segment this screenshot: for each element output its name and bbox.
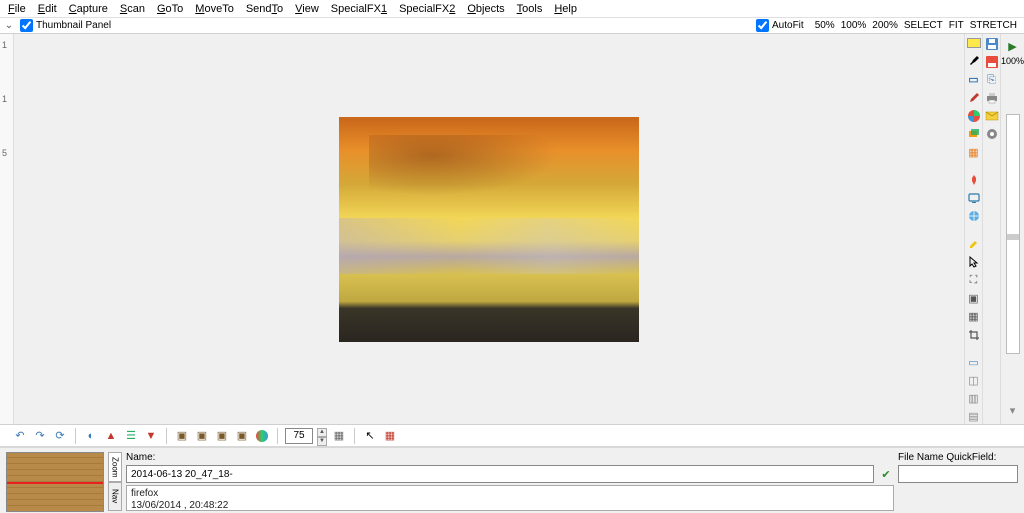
info-panel: Zoom Nav Name: ✔ firefox 13/06/2014 , 20… <box>0 446 1024 513</box>
number-spinner[interactable]: ▲▼ <box>317 428 327 444</box>
menu-objects[interactable]: Objects <box>461 3 510 15</box>
layers-icon[interactable] <box>966 127 982 141</box>
name-label: Name: <box>126 452 155 463</box>
select-region-icon[interactable]: ▣ <box>966 291 982 305</box>
bottom-toolbar: ↶ ↷ ⟳ ◐ ▲ ☰ ▼ ▣ ▣ ▣ ▣ 75 ▲▼ ▦ ↖ ▦ <box>0 424 1024 446</box>
autofit-checkbox[interactable] <box>756 19 769 32</box>
grid-icon[interactable]: ▦ <box>966 310 982 324</box>
color-circle-icon[interactable] <box>254 428 270 444</box>
zoom-select[interactable]: SELECT <box>901 20 946 31</box>
refresh-icon[interactable]: ⟳ <box>52 428 68 444</box>
calendar-icon[interactable]: ▦ <box>382 428 398 444</box>
tab-zoom[interactable]: Zoom <box>108 452 122 482</box>
globe-icon[interactable] <box>966 209 982 223</box>
navigator-tabs: Zoom Nav <box>108 452 122 511</box>
menu-view[interactable]: View <box>289 3 325 15</box>
eyedropper-icon[interactable] <box>966 54 982 68</box>
collapse-caret-icon[interactable]: ⌄ <box>4 20 14 31</box>
flip-v-icon[interactable]: ▼ <box>143 428 159 444</box>
undo-icon[interactable]: ↶ <box>12 428 28 444</box>
thumbnail-panel-label: Thumbnail Panel <box>36 20 111 31</box>
zoom-strip: ▶ 100% ▾ <box>1000 34 1024 424</box>
list-icon[interactable]: ☰ <box>123 428 139 444</box>
zoom-bottom-icon[interactable]: ▾ <box>1005 402 1021 418</box>
window-icon[interactable]: ▭ <box>966 355 982 369</box>
arrow-cursor-icon[interactable]: ↖ <box>362 428 378 444</box>
name-input[interactable] <box>126 465 874 483</box>
zoom-100[interactable]: 100% <box>838 20 870 31</box>
number-input[interactable]: 75 <box>285 428 313 444</box>
zoom-fit[interactable]: FIT <box>946 20 967 31</box>
pushpin-icon[interactable] <box>966 173 982 187</box>
highlighter-icon[interactable] <box>966 237 982 251</box>
menu-edit[interactable]: Edit <box>32 3 63 15</box>
menu-file[interactable]: File <box>2 3 32 15</box>
crop-icon[interactable] <box>966 328 982 342</box>
redo-icon[interactable]: ↷ <box>32 428 48 444</box>
quickfield-section: File Name QuickField: <box>898 452 1018 511</box>
cursor-icon[interactable] <box>966 255 982 269</box>
tool-column-1: ▭ ▦ ⛶ ▣ ▦ ▭ ◫ ▥ ▤ <box>964 34 982 424</box>
menu-capture[interactable]: Capture <box>63 3 114 15</box>
thumbnail-panel-checkbox[interactable] <box>20 19 33 32</box>
menu-scan[interactable]: Scan <box>114 3 151 15</box>
vertical-ruler: 1 1 5 <box>0 34 14 424</box>
menubar: File Edit Capture Scan GoTo MoveTo SendT… <box>0 0 1024 18</box>
flip-h-icon[interactable]: ▲ <box>103 428 119 444</box>
apply-box-icon[interactable]: ▦ <box>331 428 347 444</box>
monitor-icon[interactable] <box>966 191 982 205</box>
border-icon-4[interactable]: ▣ <box>234 428 250 444</box>
autofit-label: AutoFit <box>772 20 804 31</box>
menu-specialfx1[interactable]: SpecialFX1 <box>325 3 393 15</box>
canvas-area[interactable] <box>14 34 964 424</box>
zoom-slider[interactable] <box>1006 114 1020 354</box>
contrast-icon[interactable]: ◐ <box>83 428 99 444</box>
border-icon-3[interactable]: ▣ <box>214 428 230 444</box>
zoom-play-icon[interactable]: ▶ <box>1005 38 1021 54</box>
print-icon[interactable] <box>984 90 1000 106</box>
zoom-stretch[interactable]: STRETCH <box>967 20 1020 31</box>
color-wheel-icon[interactable] <box>966 109 982 123</box>
expand-icon[interactable]: ⛶ <box>966 273 982 287</box>
memo-line: firefox <box>131 488 889 500</box>
menu-sendto[interactable]: SendTo <box>240 3 289 15</box>
tool-column-2: ⎘ <box>982 34 1000 424</box>
apply-name-icon[interactable]: ✔ <box>878 466 894 482</box>
mail-icon[interactable] <box>984 108 1000 124</box>
ruler-tick: 1 <box>2 40 7 50</box>
image-icon[interactable]: ▦ <box>966 145 982 159</box>
ruler-tick: 1 <box>2 94 7 104</box>
bring-front-icon[interactable]: ◫ <box>966 373 982 387</box>
zoom-percent-label: 100% <box>1001 56 1024 66</box>
menu-tools[interactable]: Tools <box>511 3 549 15</box>
stack-icon[interactable]: ▥ <box>966 392 982 406</box>
text-tool-icon[interactable]: ▭ <box>966 72 982 86</box>
border-icon-2[interactable]: ▣ <box>194 428 210 444</box>
ruler-tick: 5 <box>2 148 7 158</box>
memo-field[interactable]: firefox 13/06/2014 , 20:48:22 Screenshot… <box>126 485 894 511</box>
quickfield-input[interactable] <box>898 465 1018 483</box>
menu-goto[interactable]: GoTo <box>151 3 189 15</box>
tab-nav[interactable]: Nav <box>108 482 122 512</box>
top-options-bar: ⌄ Thumbnail Panel AutoFit 50% 100% 200% … <box>0 18 1024 34</box>
menu-specialfx2[interactable]: SpecialFX2 <box>393 3 461 15</box>
brush-icon[interactable] <box>966 91 982 105</box>
copy-icon[interactable]: ⎘ <box>984 72 1000 88</box>
save-as-icon[interactable] <box>984 54 1000 70</box>
save-icon[interactable] <box>984 36 1000 52</box>
zoom-50[interactable]: 50% <box>812 20 838 31</box>
quickfield-label: File Name QuickField: <box>898 452 1018 463</box>
memo-line: 13/06/2014 , 20:48:22 <box>131 500 889 511</box>
color-swatch-icon[interactable] <box>966 36 982 50</box>
gear-icon[interactable] <box>984 126 1000 142</box>
border-icon-1[interactable]: ▣ <box>174 428 190 444</box>
panel-icon[interactable]: ▤ <box>966 410 982 424</box>
menu-moveto[interactable]: MoveTo <box>189 3 240 15</box>
menu-help[interactable]: Help <box>548 3 583 15</box>
screenshot-image[interactable] <box>339 117 639 342</box>
navigator-thumbnail[interactable] <box>6 452 104 512</box>
name-section: Name: ✔ firefox 13/06/2014 , 20:48:22 Sc… <box>126 452 894 511</box>
work-area: 1 1 5 ▭ ▦ ⛶ ▣ ▦ ▭ ◫ ▥ ▤ ⎘ <box>0 34 1024 424</box>
zoom-200[interactable]: 200% <box>869 20 901 31</box>
